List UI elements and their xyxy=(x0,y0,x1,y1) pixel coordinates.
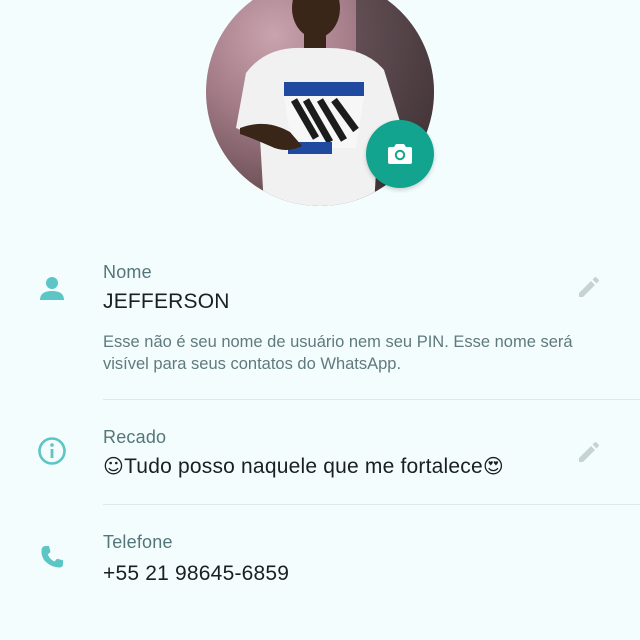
divider xyxy=(103,504,640,505)
phone-value: +55 21 98645-6859 xyxy=(103,562,290,585)
name-hint: Esse não é seu nome de usuário nem seu P… xyxy=(103,333,573,373)
person-icon xyxy=(34,270,70,306)
info-icon xyxy=(34,433,70,469)
name-section[interactable]: Nome JEFFERSON Esse não é seu nome de us… xyxy=(0,250,640,400)
name-value: JEFFERSON xyxy=(103,290,230,313)
smile-emoji: ☺ xyxy=(103,454,125,478)
about-label: Recado xyxy=(103,427,167,447)
name-label: Nome xyxy=(103,262,152,282)
profile-photo-area xyxy=(206,0,434,206)
profile-screen: Nome JEFFERSON Esse não é seu nome de us… xyxy=(0,0,640,640)
phone-icon xyxy=(34,539,70,575)
phone-section: Telefone +55 21 98645-6859 xyxy=(0,522,640,612)
about-section[interactable]: Recado ☺Tudo posso naquele que me fortal… xyxy=(0,418,640,504)
about-value-line: ☺Tudo posso naquele que me fortalece😍 xyxy=(103,454,504,479)
heart-eyes-emoji: 😍 xyxy=(482,454,504,478)
change-photo-button[interactable] xyxy=(366,120,434,188)
camera-icon xyxy=(388,144,412,164)
phone-label: Telefone xyxy=(103,532,173,552)
pencil-icon[interactable] xyxy=(574,272,604,302)
pencil-icon[interactable] xyxy=(574,437,604,467)
about-value: Tudo posso naquele que me fortalece xyxy=(124,455,483,478)
divider xyxy=(103,399,640,400)
